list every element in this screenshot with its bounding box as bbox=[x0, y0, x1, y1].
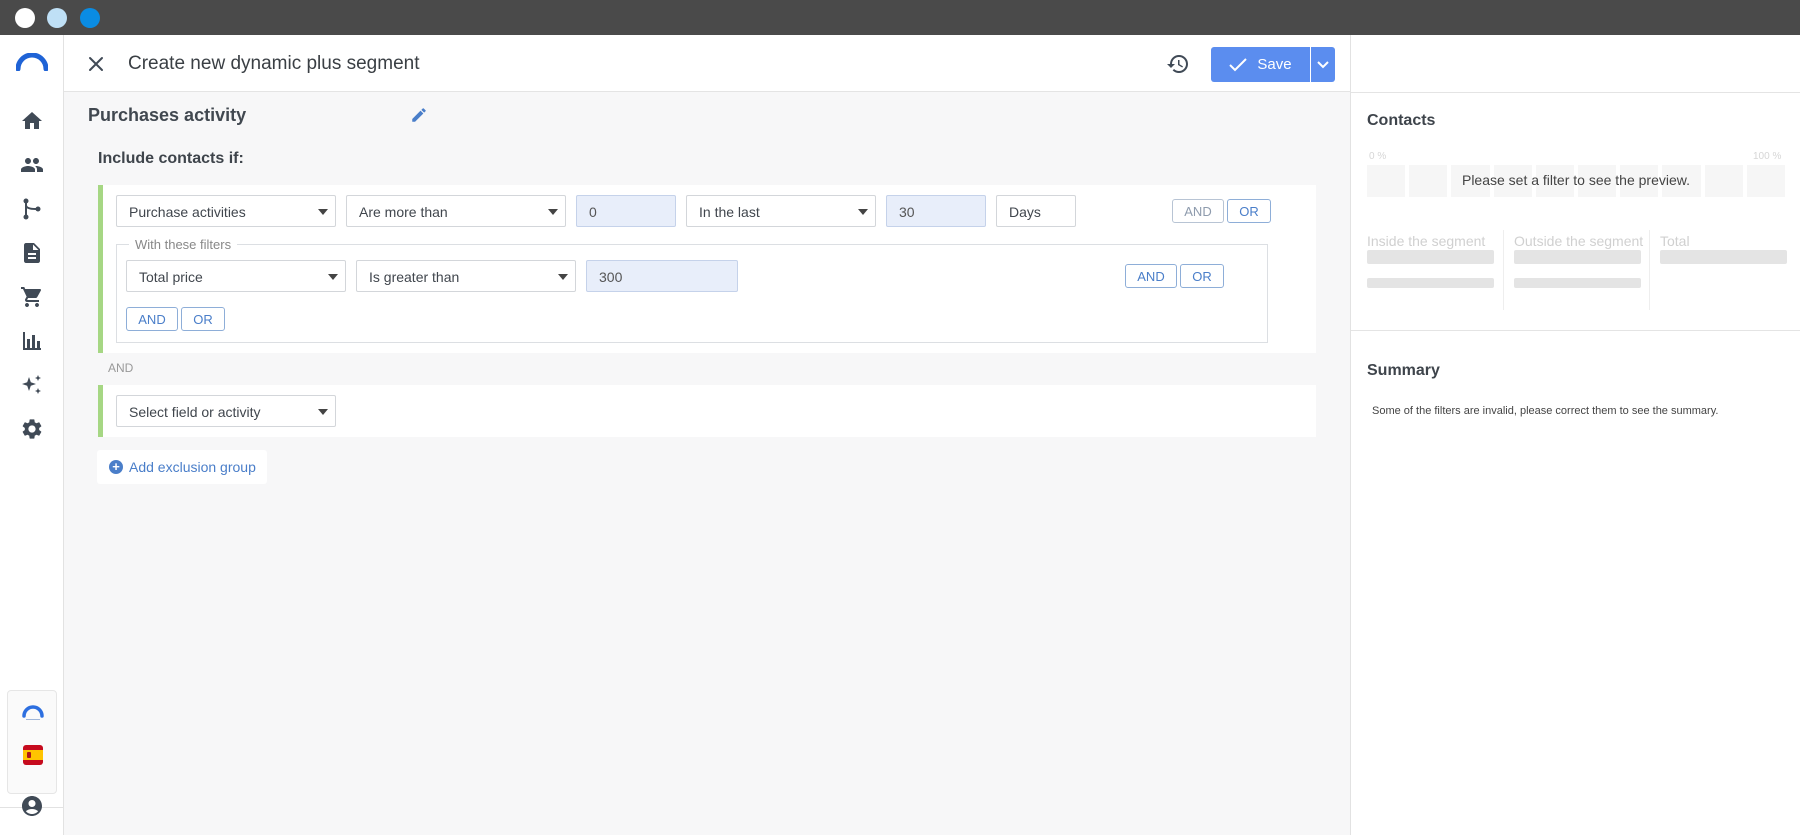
preview-message: Please set a filter to see the preview. bbox=[1461, 172, 1690, 188]
inside-segment-label: Inside the segment bbox=[1367, 233, 1486, 249]
check-icon bbox=[1229, 57, 1248, 71]
filter-and-button[interactable]: AND bbox=[1125, 264, 1177, 288]
filters-box: With these filters Total price Is greate… bbox=[116, 237, 1268, 343]
summary-message: Some of the filters are invalid, please … bbox=[1372, 405, 1719, 417]
page-header: Create new dynamic plus segment Save bbox=[64, 35, 1350, 92]
operator-select[interactable]: Are more than bbox=[346, 195, 566, 227]
dropdown-caret-icon bbox=[328, 274, 338, 280]
gear-icon[interactable] bbox=[20, 417, 44, 441]
home-icon[interactable] bbox=[20, 109, 44, 133]
filter-value-input[interactable]: 300 bbox=[586, 260, 738, 292]
plus-circle-icon: + bbox=[109, 460, 123, 474]
timeframe-select[interactable]: In the last bbox=[686, 195, 876, 227]
and-button[interactable]: AND bbox=[1172, 199, 1224, 223]
save-button[interactable]: Save bbox=[1211, 47, 1310, 82]
outside-segment-skeleton bbox=[1514, 278, 1641, 288]
dropdown-caret-icon bbox=[548, 209, 558, 215]
filter-or-button[interactable]: OR bbox=[1180, 264, 1224, 288]
pct-min-label: 0 % bbox=[1369, 151, 1387, 162]
outside-segment-skeleton bbox=[1514, 250, 1641, 264]
filter-operator-select[interactable]: Is greater than bbox=[356, 260, 576, 292]
history-icon[interactable] bbox=[1166, 52, 1190, 76]
activity-select[interactable]: Purchase activities bbox=[116, 195, 336, 227]
page-title: Create new dynamic plus segment bbox=[128, 53, 420, 74]
save-options-button[interactable] bbox=[1311, 47, 1335, 82]
left-sidebar bbox=[0, 35, 64, 835]
include-group: Select field or activity bbox=[98, 385, 1316, 437]
dropdown-caret-icon bbox=[318, 409, 328, 415]
pct-max-label: 100 % bbox=[1753, 151, 1782, 162]
pencil-icon[interactable] bbox=[410, 106, 428, 124]
flow-icon[interactable] bbox=[20, 197, 44, 221]
summary-title: Summary bbox=[1367, 362, 1440, 379]
inside-segment-skeleton bbox=[1367, 278, 1494, 288]
window-maximize-button[interactable] bbox=[80, 8, 100, 28]
filter-field-select[interactable]: Total price bbox=[126, 260, 346, 292]
sparkles-icon[interactable] bbox=[20, 373, 44, 397]
panel-section-divider bbox=[1351, 330, 1800, 331]
cart-icon[interactable] bbox=[20, 285, 44, 309]
chevron-down-icon bbox=[1317, 60, 1329, 68]
brand-mini-logo[interactable] bbox=[22, 705, 44, 723]
window-close-button[interactable] bbox=[15, 8, 35, 28]
add-exclusion-label: Add exclusion group bbox=[129, 459, 256, 475]
filters-or-button[interactable]: OR bbox=[181, 307, 225, 331]
brand-logo[interactable] bbox=[15, 52, 49, 72]
preview-panel: Contacts 0 % 100 % Please set a filter t… bbox=[1350, 35, 1800, 835]
total-label: Total bbox=[1660, 233, 1690, 249]
dropdown-caret-icon bbox=[558, 274, 568, 280]
dropdown-caret-icon bbox=[318, 209, 328, 215]
include-group: Purchase activities Are more than 0 In t… bbox=[98, 185, 1316, 353]
document-icon[interactable] bbox=[20, 241, 44, 265]
count-input[interactable]: 0 bbox=[576, 195, 676, 227]
or-button[interactable]: OR bbox=[1227, 199, 1271, 223]
inside-segment-skeleton bbox=[1367, 250, 1494, 264]
filters-legend: With these filters bbox=[129, 237, 238, 252]
people-icon[interactable] bbox=[20, 153, 44, 177]
dropdown-caret-icon bbox=[858, 209, 868, 215]
segment-editor: Purchases activity Include contacts if: … bbox=[64, 93, 1350, 835]
panel-header-divider bbox=[1351, 92, 1800, 93]
group-separator: AND bbox=[108, 361, 134, 375]
section-title: Purchases activity bbox=[88, 105, 247, 125]
field-or-activity-select[interactable]: Select field or activity bbox=[116, 395, 336, 427]
window-minimize-button[interactable] bbox=[47, 8, 67, 28]
total-skeleton bbox=[1660, 250, 1787, 264]
account-icon[interactable] bbox=[20, 794, 44, 818]
sidebar-bottom-box bbox=[7, 690, 57, 794]
add-exclusion-group-button[interactable]: + Add exclusion group bbox=[97, 450, 267, 484]
stat-divider bbox=[1503, 230, 1504, 310]
amount-input[interactable]: 30 bbox=[886, 195, 986, 227]
window-titlebar bbox=[0, 0, 1800, 35]
stat-divider bbox=[1649, 230, 1650, 310]
close-icon[interactable] bbox=[84, 52, 108, 76]
spain-flag-icon[interactable] bbox=[23, 745, 43, 765]
outside-segment-label: Outside the segment bbox=[1514, 233, 1644, 249]
filters-and-button[interactable]: AND bbox=[126, 307, 178, 331]
contacts-title: Contacts bbox=[1367, 112, 1436, 129]
save-label: Save bbox=[1257, 56, 1292, 73]
chart-icon[interactable] bbox=[20, 329, 44, 353]
unit-field[interactable]: Days bbox=[996, 195, 1076, 227]
include-label: Include contacts if: bbox=[98, 150, 244, 167]
